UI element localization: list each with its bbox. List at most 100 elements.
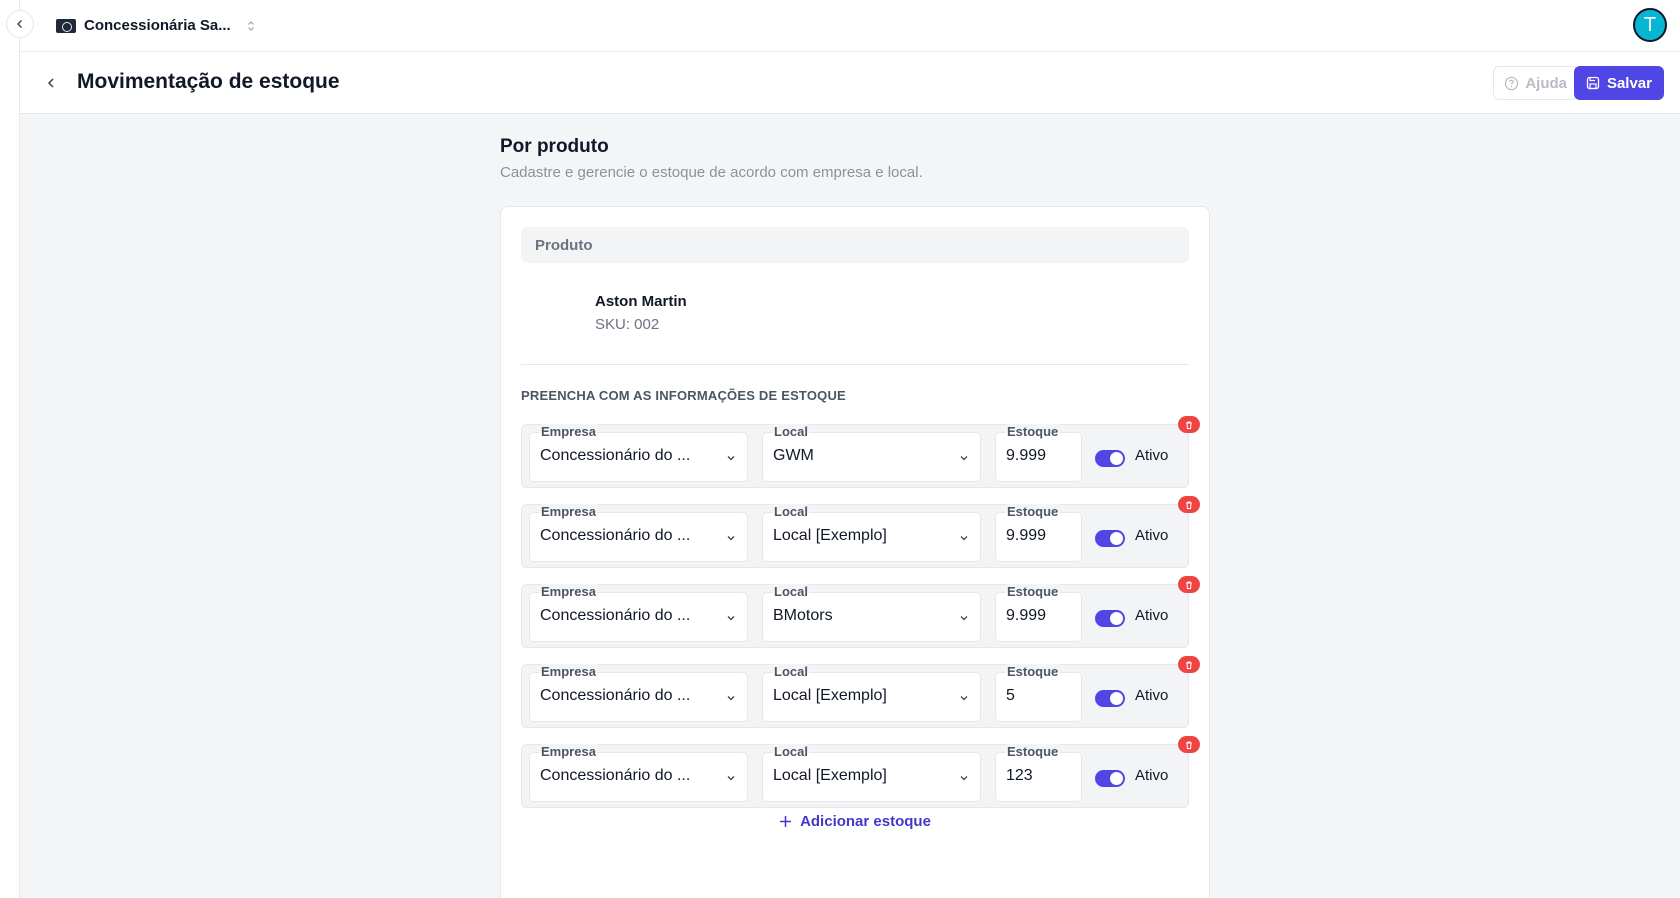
estoque-input[interactable]: Estoque 9.999 [995,504,1082,562]
local-select[interactable]: Local GWM [762,424,981,482]
chevron-down-icon [960,616,968,621]
product-sku: SKU: 002 [595,316,660,333]
help-button[interactable]: Ajuda [1493,66,1578,100]
stock-card: Produto Aston Martin SKU: 002 PREENCHA C… [500,206,1210,898]
chevron-down-icon [960,536,968,541]
delete-row-button[interactable] [1178,576,1200,593]
estoque-input[interactable]: Estoque 9.999 [995,424,1082,482]
section-header: Por produto Cadastre e gerencie o estoqu… [500,136,1210,181]
divider [521,364,1189,365]
page-header: Movimentação de estoque Ajuda Salvar [20,52,1680,114]
ativo-label: Ativo [1135,687,1169,704]
ativo-toggle[interactable] [1095,690,1125,707]
local-label: Local [773,584,809,599]
empresa-select[interactable]: Empresa Concessionário do ... [529,424,748,482]
avatar[interactable]: T [1633,8,1667,42]
local-label: Local [773,744,809,759]
chevron-down-icon [960,456,968,461]
local-value: Local [Exemplo] [773,527,887,544]
question-circle-icon [1505,76,1519,90]
org-name: Concessionária Sa... [84,17,231,34]
estoque-input[interactable]: Estoque 123 [995,744,1082,802]
empresa-select[interactable]: Empresa Concessionário do ... [529,584,748,642]
empresa-value: Concessionário do ... [540,767,691,784]
stock-row: Empresa Concessionário do ... Local BMot… [521,576,1200,648]
local-select[interactable]: Local Local [Exemplo] [762,664,981,722]
estoque-value: 9.999 [1006,607,1047,624]
section-title: Por produto [500,136,609,157]
empresa-select[interactable]: Empresa Concessionário do ... [529,664,748,722]
chevron-left-icon [17,20,22,28]
local-value: GWM [773,447,814,464]
chevron-down-icon [727,456,735,461]
estoque-label: Estoque [1006,424,1060,439]
ativo-label: Ativo [1135,447,1169,464]
estoque-label: Estoque [1006,744,1060,759]
local-label: Local [773,424,809,439]
ativo-toggle[interactable] [1095,770,1125,787]
chevron-down-icon [960,776,968,781]
trash-icon [1186,581,1192,589]
chevron-down-icon [960,696,968,701]
camera-icon [56,18,76,33]
stock-heading: PREENCHA COM AS INFORMAÇÕES DE ESTOQUE [521,388,846,403]
estoque-value: 9.999 [1006,527,1047,544]
chevron-down-icon [727,536,735,541]
empresa-label: Empresa [540,664,597,679]
save-label: Salvar [1606,74,1652,92]
empresa-label: Empresa [540,424,597,439]
empresa-select[interactable]: Empresa Concessionário do ... [529,744,748,802]
save-icon [1586,76,1600,90]
local-select[interactable]: Local Local [Exemplo] [762,744,981,802]
left-sidebar [0,0,20,898]
add-stock-button[interactable]: Adicionar estoque [501,813,1209,830]
estoque-input[interactable]: Estoque 9.999 [995,584,1082,642]
ativo-label: Ativo [1135,607,1169,624]
empresa-label: Empresa [540,584,597,599]
ativo-toggle[interactable] [1095,450,1125,467]
back-button[interactable] [40,72,62,94]
local-select[interactable]: Local Local [Exemplo] [762,504,981,562]
chevron-up-down-icon [247,20,255,32]
org-switcher[interactable]: Concessionária Sa... [56,17,255,34]
save-button[interactable]: Salvar [1573,66,1664,100]
trash-icon [1186,501,1192,509]
stock-row: Empresa Concessionário do ... Local GWM … [521,416,1200,488]
help-label: Ajuda [1525,74,1567,92]
delete-row-button[interactable] [1178,736,1200,753]
estoque-label: Estoque [1006,504,1060,519]
empresa-value: Concessionário do ... [540,527,691,544]
add-stock-label: Adicionar estoque [800,813,931,830]
empresa-value: Concessionário do ... [540,447,691,464]
estoque-label: Estoque [1006,584,1060,599]
ativo-label: Ativo [1135,767,1169,784]
product-name: Aston Martin [595,293,687,310]
product-header: Produto [521,227,1189,263]
sidebar-collapse-button[interactable] [6,10,34,38]
stock-row: Empresa Concessionário do ... Local Loca… [521,736,1200,808]
trash-icon [1186,661,1192,669]
page-title: Movimentação de estoque [77,70,340,93]
empresa-value: Concessionário do ... [540,607,691,624]
plus-icon [780,816,792,827]
section-subtitle: Cadastre e gerencie o estoque de acordo … [500,164,923,181]
ativo-toggle[interactable] [1095,610,1125,627]
ativo-toggle[interactable] [1095,530,1125,547]
delete-row-button[interactable] [1178,496,1200,513]
trash-icon [1186,421,1192,429]
chevron-left-icon [47,78,54,88]
top-bar: Concessionária Sa... T [20,0,1680,52]
local-value: Local [Exemplo] [773,687,887,704]
estoque-value: 5 [1006,687,1015,704]
estoque-value: 123 [1006,767,1033,784]
chevron-down-icon [727,696,735,701]
empresa-select[interactable]: Empresa Concessionário do ... [529,504,748,562]
ativo-label: Ativo [1135,527,1169,544]
chevron-down-icon [727,776,735,781]
estoque-input[interactable]: Estoque 5 [995,664,1082,722]
empresa-label: Empresa [540,504,597,519]
delete-row-button[interactable] [1178,656,1200,673]
local-select[interactable]: Local BMotors [762,584,981,642]
stock-row: Empresa Concessionário do ... Local Loca… [521,496,1200,568]
delete-row-button[interactable] [1178,416,1200,433]
